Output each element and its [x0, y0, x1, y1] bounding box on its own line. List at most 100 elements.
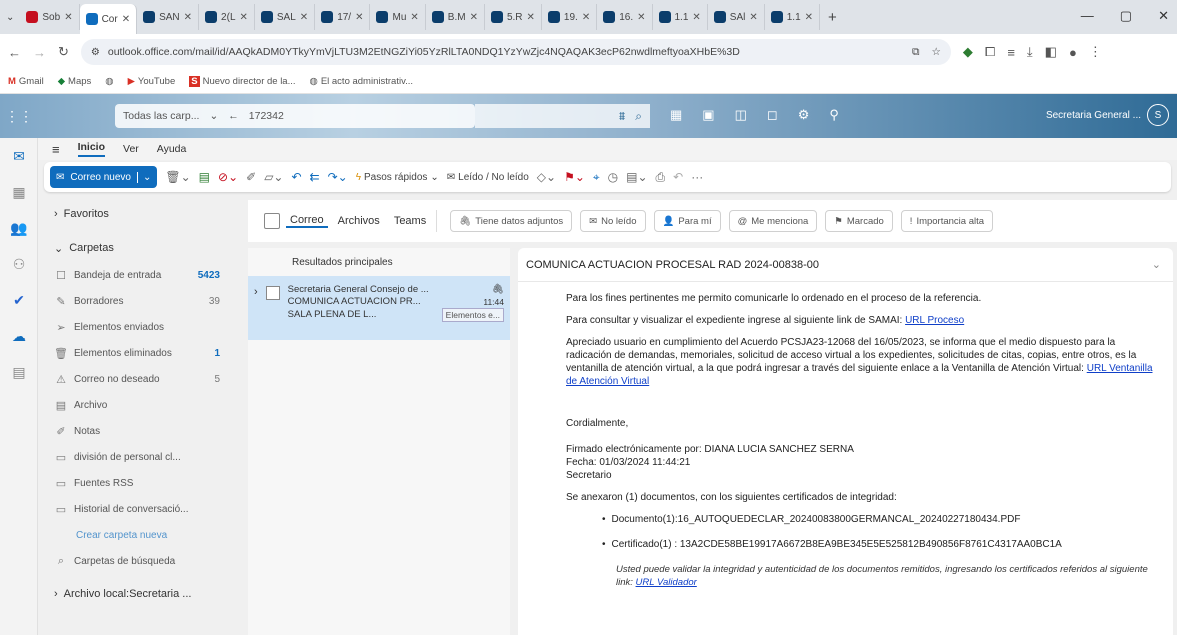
filter-button[interactable]: ✉ No leído: [580, 210, 646, 232]
maximize-icon[interactable]: ▢: [1120, 8, 1132, 24]
tab-inicio[interactable]: Inicio: [77, 141, 106, 157]
filter-icon[interactable]: ⩩: [619, 109, 625, 124]
filter-tab-teams[interactable]: Teams: [390, 215, 430, 227]
browser-tab[interactable]: 5.R ✕: [485, 4, 542, 30]
folder-item[interactable]: ▭ Historial de conversació...: [38, 496, 238, 522]
close-window-icon[interactable]: ✕: [1158, 8, 1169, 24]
browser-tab[interactable]: Cor ✕: [79, 4, 138, 34]
notifications-icon[interactable]: ◻: [767, 107, 778, 123]
url-box[interactable]: ⚙ outlook.office.com/mail/id/AAQkADM0YTk…: [80, 39, 951, 65]
select-all-checkbox[interactable]: [264, 213, 280, 229]
search-scope[interactable]: Todas las carp...: [123, 110, 199, 122]
bookmark-globe[interactable]: ◍: [105, 76, 113, 87]
search-box[interactable]: Todas las carp... ⌄ ← 172342: [115, 104, 475, 128]
browser-tab[interactable]: 19. ✕: [542, 4, 598, 30]
url-text[interactable]: outlook.office.com/mail/id/AAQkADM0YTkyY…: [108, 46, 740, 58]
install-app-icon[interactable]: ⧉: [912, 46, 920, 59]
search-input[interactable]: 172342: [249, 110, 284, 122]
browser-tab[interactable]: Mu ✕: [370, 4, 426, 30]
flag-icon[interactable]: ⚑⌄: [564, 170, 585, 184]
close-tab-icon[interactable]: ✕: [300, 12, 308, 23]
todo-icon[interactable]: ✔: [0, 282, 38, 318]
browser-tab[interactable]: 1.1 ✕: [765, 4, 821, 30]
filter-button[interactable]: 🖇 Tiene datos adjuntos: [450, 210, 573, 232]
tab-ver[interactable]: Ver: [123, 143, 139, 155]
message-checkbox[interactable]: [265, 286, 280, 300]
close-tab-icon[interactable]: ✕: [527, 12, 535, 23]
expand-chevron-icon[interactable]: ›: [254, 286, 258, 298]
tips-icon[interactable]: ⚲: [829, 107, 839, 123]
new-tab-button[interactable]: +: [828, 9, 837, 26]
bookmark-acto[interactable]: ◍ El acto administrativ...: [310, 76, 414, 87]
url-proceso-link[interactable]: URL Proceso: [905, 315, 964, 326]
snooze-icon[interactable]: ◷: [608, 170, 618, 184]
folder-item[interactable]: ▭ división de personal cl...: [38, 444, 238, 470]
browser-tab[interactable]: SAL ✕: [255, 4, 316, 30]
puzzle-icon[interactable]: ⧠: [985, 44, 995, 60]
close-tab-icon[interactable]: ✕: [637, 12, 645, 23]
avatar[interactable]: S: [1147, 104, 1169, 126]
calendar-header-icon[interactable]: ▦: [670, 107, 682, 123]
groups-icon[interactable]: ⚇: [0, 246, 38, 282]
more-options-icon[interactable]: ···: [691, 170, 703, 184]
onedrive-icon[interactable]: ☁: [0, 318, 38, 354]
browser-menu-icon[interactable]: ⋮: [1089, 44, 1102, 60]
pin-icon[interactable]: ⌖: [593, 170, 600, 185]
reply-all-icon[interactable]: ⇇: [310, 170, 320, 184]
browser-tab[interactable]: 17/✕: [315, 4, 371, 30]
extension-icon[interactable]: ◆: [963, 44, 973, 60]
filter-button[interactable]: ! Importancia alta: [900, 210, 994, 232]
minimize-icon[interactable]: —: [1081, 8, 1094, 24]
url-validador-link[interactable]: URL Validador: [636, 577, 697, 588]
app-launcher-icon[interactable]: ⋮⋮: [0, 108, 38, 125]
bookmark-director[interactable]: S Nuevo director de la...: [189, 76, 296, 87]
browser-tab[interactable]: 1.1 ✕: [653, 4, 708, 30]
filter-button[interactable]: 👤 Para mí: [653, 210, 721, 232]
people-icon[interactable]: 👥: [0, 210, 38, 246]
bookmark-star-icon[interactable]: ☆: [931, 46, 940, 59]
close-tab-icon[interactable]: ✕: [355, 12, 363, 23]
local-archive[interactable]: › Archivo local:Secretaria ...: [38, 580, 238, 608]
folder-item[interactable]: ▭ Fuentes RSS: [38, 470, 238, 496]
folders-header[interactable]: ⌄ Carpetas: [38, 234, 238, 262]
close-tab-icon[interactable]: ✕: [184, 12, 192, 23]
folder-chip[interactable]: Elementos e...: [441, 308, 504, 322]
collapse-chevron-icon[interactable]: ⌄: [1152, 258, 1161, 271]
folder-item[interactable]: ✎ Borradores 39: [38, 288, 238, 314]
close-tab-icon[interactable]: ✕: [692, 12, 700, 23]
download-icon[interactable]: ⤓: [1027, 44, 1033, 60]
reload-icon[interactable]: ↻: [58, 44, 69, 60]
move-icon[interactable]: ▱⌄: [264, 170, 283, 184]
rules-icon[interactable]: ▤⌄: [626, 170, 647, 184]
browser-tab[interactable]: SAN ✕: [137, 4, 200, 30]
close-tab-icon[interactable]: ✕: [582, 12, 590, 23]
chat-icon[interactable]: ◫: [735, 107, 747, 123]
settings-icon[interactable]: ⚙: [798, 107, 810, 123]
tag-icon[interactable]: ◇⌄: [537, 170, 556, 184]
site-info-icon[interactable]: ⚙: [91, 47, 100, 58]
back-icon[interactable]: ←: [8, 45, 21, 60]
print-icon[interactable]: ⎙: [656, 170, 666, 185]
folder-item[interactable]: 🗑 Elementos eliminados 1: [38, 340, 238, 366]
folder-item[interactable]: ➢ Elementos enviados: [38, 314, 238, 340]
bookmark-youtube[interactable]: ▶ YouTube: [128, 76, 176, 87]
chevron-down-icon[interactable]: ⌄: [209, 110, 218, 122]
folder-item[interactable]: ⚠ Correo no deseado 5: [38, 366, 238, 392]
folder-item[interactable]: ▤ Archivo: [38, 392, 238, 418]
tab-search-chevron-icon[interactable]: ⌄: [6, 12, 14, 23]
close-tab-icon[interactable]: ✕: [749, 12, 757, 23]
create-folder-link[interactable]: Crear carpeta nueva: [38, 522, 238, 548]
undo-icon[interactable]: ↶: [673, 170, 683, 184]
back-arrow-icon[interactable]: ←: [228, 110, 239, 122]
forward-mail-icon[interactable]: ↷⌄: [328, 170, 348, 184]
list-item[interactable]: › Secretaria General Consejo de ... 🖇 COM…: [248, 276, 510, 340]
close-tab-icon[interactable]: ✕: [64, 12, 72, 23]
read-unread-button[interactable]: ✉ Leído / No leído: [447, 172, 529, 183]
browser-tab[interactable]: SAl ✕: [708, 4, 765, 30]
quick-steps-button[interactable]: ϟ Pasos rápidos ⌄: [356, 172, 439, 183]
mail-icon[interactable]: ✉: [0, 138, 38, 174]
filter-tab-archivos[interactable]: Archivos: [334, 215, 384, 227]
new-mail-button[interactable]: ✉ Correo nuevo ⌄: [50, 166, 158, 188]
apps-icon[interactable]: ▤: [0, 354, 38, 390]
filter-button[interactable]: ⚑ Marcado: [825, 210, 893, 232]
